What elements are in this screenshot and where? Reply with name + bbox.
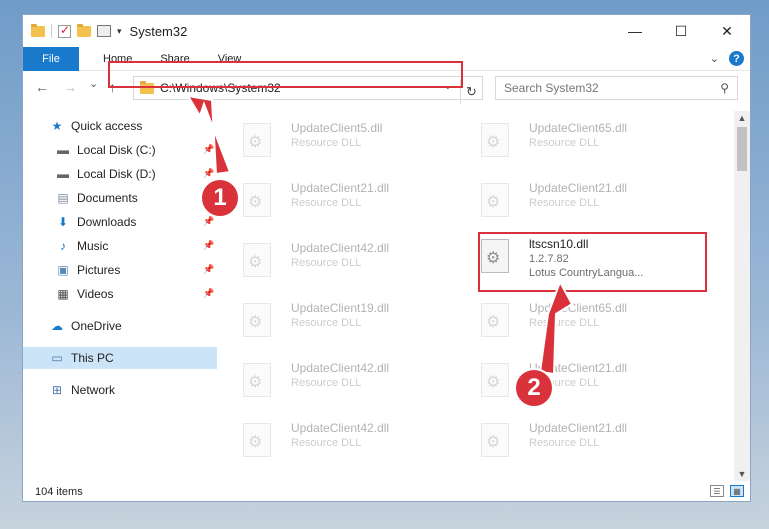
callout-one: 1	[200, 178, 240, 218]
arrow-two	[538, 279, 574, 376]
callout-two: 2	[514, 368, 554, 408]
arrow-one	[186, 94, 232, 176]
annotation-arrows	[186, 94, 574, 376]
